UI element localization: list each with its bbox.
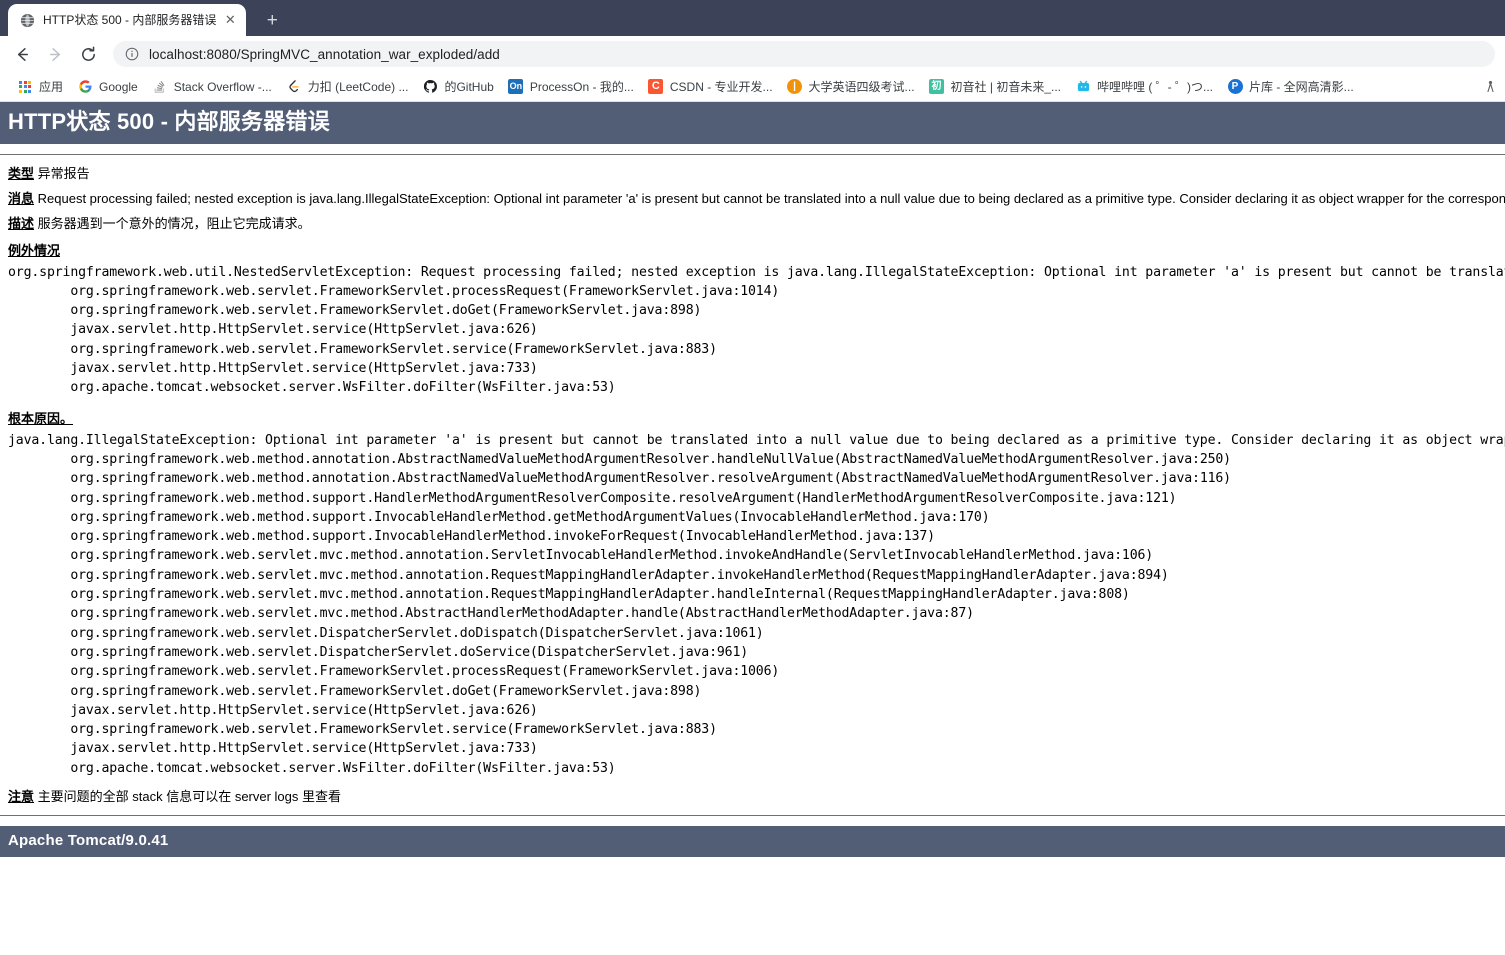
close-icon[interactable]: ✕ — [222, 12, 238, 28]
exception-heading: 例外情况 — [8, 242, 61, 258]
address-bar[interactable]: localhost:8080/SpringMVC_annotation_war_… — [113, 41, 1495, 67]
apps-grid-icon — [17, 79, 33, 95]
note-text: 主要问题的全部 stack 信息可以在 server logs 里查看 — [37, 789, 342, 805]
field-message-value: Request processing failed; nested except… — [37, 190, 1505, 206]
divider-bottom — [0, 815, 1505, 817]
bookmark-leetcode[interactable]: 力扣 (LeetCode) ... — [279, 75, 416, 99]
cet4-icon: | — [787, 79, 803, 95]
note: 注意 主要问题的全部 stack 信息可以在 server logs 里查看 — [0, 788, 1505, 805]
bookmark-pianku[interactable]: P 片库 - 全网高清影... — [1220, 75, 1361, 99]
bookmark-label: 力扣 (LeetCode) ... — [307, 79, 409, 94]
cet4-glyph: | — [787, 79, 803, 94]
bookmark-label: 哔哩哔哩 ( ゜- ゜)つ... — [1097, 79, 1214, 94]
field-message-label: 消息 — [8, 190, 35, 206]
exception-stack-trace: org.springframework.web.util.NestedServl… — [8, 264, 1505, 396]
bookmark-cet4[interactable]: | 大学英语四级考试... — [780, 75, 922, 99]
globe-icon — [19, 12, 35, 28]
bookmark-label: CSDN - 专业开发... — [669, 79, 773, 94]
bookmark-label: Stack Overflow -... — [173, 79, 272, 94]
note-label: 注意 — [8, 789, 35, 805]
field-message: 消息 Request processing failed; nested exc… — [0, 190, 1505, 207]
browser-tab[interactable]: HTTP状态 500 - 内部服务器错误 ✕ — [8, 4, 247, 36]
info-circle-icon[interactable] — [124, 46, 140, 62]
reload-button[interactable] — [74, 40, 102, 68]
csdn-glyph: C — [648, 79, 664, 94]
back-button[interactable] — [8, 40, 36, 68]
bookmarks-bar: 应用 Google Stack Overflow -... 力扣 (LeetCo… — [0, 72, 1505, 102]
csdn-icon: C — [648, 79, 664, 95]
page-title: HTTP状态 500 - 内部服务器错误 — [0, 102, 1505, 144]
bookmarks-overflow-icon[interactable] — [1479, 76, 1501, 98]
bookmark-processon[interactable]: On ProcessOn - 我的... — [501, 75, 641, 99]
field-description-label: 描述 — [8, 215, 35, 231]
field-description-value: 服务器遇到一个意外的情况，阻止它完成请求。 — [37, 215, 311, 231]
bookmark-google[interactable]: Google — [70, 75, 145, 99]
browser-toolbar: localhost:8080/SpringMVC_annotation_war_… — [0, 36, 1505, 72]
pianku-icon: P — [1227, 79, 1243, 95]
tab-title: HTTP状态 500 - 内部服务器错误 — [43, 13, 217, 27]
leetcode-icon — [286, 79, 302, 95]
field-type-label: 类型 — [8, 165, 35, 181]
bilibili-icon — [1075, 79, 1091, 95]
bookmark-label: Google — [99, 79, 138, 94]
field-type: 类型 异常报告 — [0, 165, 1505, 182]
bookmark-bilibili[interactable]: 哔哩哔哩 ( ゜- ゜)つ... — [1068, 75, 1220, 99]
pianku-glyph: P — [1227, 79, 1243, 94]
tab-strip: HTTP状态 500 - 内部服务器错误 ✕ + — [0, 0, 1505, 36]
processon-icon: On — [508, 79, 524, 95]
root-cause-heading: 根本原因。 — [8, 410, 74, 426]
bookmark-hatsune[interactable]: 初 初音社 | 初音未来_... — [922, 75, 1068, 99]
field-type-value: 异常报告 — [37, 165, 90, 181]
bookmark-apps[interactable]: 应用 — [10, 75, 70, 99]
bookmark-label: ProcessOn - 我的... — [529, 79, 634, 94]
bookmark-label: 应用 — [39, 79, 64, 94]
bookmark-label: 大学英语四级考试... — [808, 79, 915, 94]
forward-button[interactable] — [41, 40, 69, 68]
divider-top — [0, 153, 1505, 155]
github-icon — [422, 79, 438, 95]
root-cause-stack-trace: java.lang.IllegalStateException: Optiona… — [8, 432, 1505, 776]
hatsune-icon: 初 — [929, 79, 945, 95]
page-viewport: HTTP状态 500 - 内部服务器错误 类型 异常报告 消息 Request … — [0, 102, 1505, 955]
bookmark-github[interactable]: 的GitHub — [415, 75, 500, 99]
google-icon — [77, 79, 93, 95]
server-version-footer: Apache Tomcat/9.0.41 — [0, 826, 1505, 857]
stackoverflow-icon — [152, 79, 168, 95]
bookmark-stack-overflow[interactable]: Stack Overflow -... — [145, 75, 279, 99]
hatsune-glyph: 初 — [929, 79, 945, 94]
tomcat-error-page: HTTP状态 500 - 内部服务器错误 类型 异常报告 消息 Request … — [0, 102, 1505, 857]
field-description: 描述 服务器遇到一个意外的情况，阻止它完成请求。 — [0, 215, 1505, 232]
bookmark-label: 初音社 | 初音未来_... — [950, 79, 1062, 94]
address-bar-url[interactable]: localhost:8080/SpringMVC_annotation_war_… — [149, 47, 500, 62]
bookmark-csdn[interactable]: C CSDN - 专业开发... — [641, 75, 780, 99]
browser-chrome: HTTP状态 500 - 内部服务器错误 ✕ + localhost:8080/… — [0, 0, 1505, 102]
bookmark-label: 片库 - 全网高清影... — [1249, 79, 1354, 94]
bookmark-label: 的GitHub — [444, 79, 494, 94]
new-tab-button[interactable]: + — [258, 6, 286, 34]
processon-glyph: On — [508, 79, 524, 94]
